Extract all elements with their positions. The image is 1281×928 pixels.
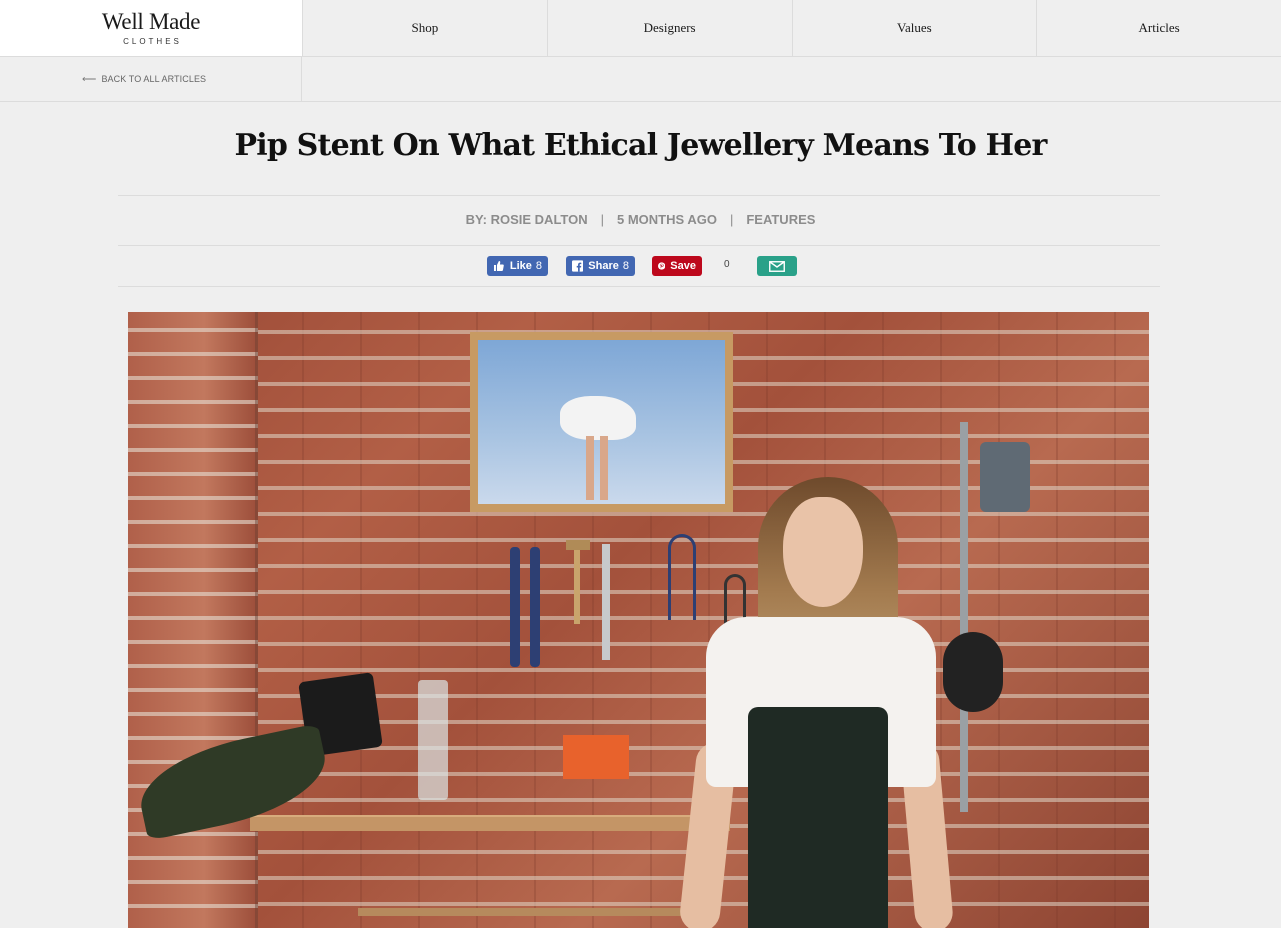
pin-count: 0 xyxy=(724,259,730,270)
orange-box xyxy=(563,735,629,779)
lower-shelf xyxy=(358,908,698,916)
facebook-icon xyxy=(572,260,584,272)
email-share-button[interactable] xyxy=(757,256,797,276)
main-nav: Shop Designers Values Articles xyxy=(303,0,1281,56)
tool-hammer xyxy=(574,540,580,624)
logo[interactable]: Well Made CLOTHES xyxy=(0,0,303,56)
nav-articles[interactable]: Articles xyxy=(1037,0,1281,56)
back-link-label: BACK TO ALL ARTICLES xyxy=(101,74,207,84)
logo-subtitle: CLOTHES xyxy=(123,37,182,46)
framed-artwork xyxy=(470,332,733,512)
like-label: Like xyxy=(509,260,532,272)
tool-pliers xyxy=(668,534,696,620)
article-meta: BY: ROSIE DALTON | 5 MONTHS AGO | FEATUR… xyxy=(0,212,1281,227)
sub-bar: ⟵ BACK TO ALL ARTICLES xyxy=(0,57,1281,102)
article-author[interactable]: BY: ROSIE DALTON xyxy=(466,212,588,227)
pinterest-icon xyxy=(658,262,666,270)
workbench xyxy=(250,815,730,831)
share-count: 8 xyxy=(622,260,629,272)
person-face xyxy=(783,497,863,607)
meta-separator: | xyxy=(600,212,605,227)
back-to-articles-link[interactable]: ⟵ BACK TO ALL ARTICLES xyxy=(0,57,302,101)
thumbs-up-icon xyxy=(493,261,504,271)
like-count: 8 xyxy=(535,260,542,272)
divider xyxy=(118,245,1160,246)
save-label: Save xyxy=(670,260,696,272)
share-label: Share xyxy=(588,260,619,272)
pinterest-save-button[interactable]: Save xyxy=(652,256,702,276)
nav-designers[interactable]: Designers xyxy=(548,0,793,56)
facebook-like-button[interactable]: Like 8 xyxy=(487,256,548,276)
article-date: 5 MONTHS AGO xyxy=(617,212,717,227)
arrow-left-icon: ⟵ xyxy=(82,73,97,85)
flex-shaft-stand xyxy=(960,422,968,812)
nav-values[interactable]: Values xyxy=(793,0,1038,56)
jar xyxy=(418,680,448,800)
facebook-share-button[interactable]: Share 8 xyxy=(566,256,635,276)
tool-ruler xyxy=(602,544,610,660)
flex-shaft-motor xyxy=(980,442,1030,512)
hero-image xyxy=(128,312,1149,928)
divider xyxy=(118,286,1160,287)
email-icon xyxy=(769,260,785,272)
article-title: Pip Stent On What Ethical Jewellery Mean… xyxy=(234,128,1047,163)
article-category[interactable]: FEATURES xyxy=(746,212,815,227)
share-bar: Like 8 Share 8 Save 0 xyxy=(0,256,1281,276)
logo-wordmark: Well Made xyxy=(101,9,201,34)
person-apron xyxy=(748,707,888,928)
respirator-mask xyxy=(943,632,1003,712)
divider xyxy=(118,195,1160,196)
tool-file xyxy=(530,547,540,667)
tool-file xyxy=(510,547,520,667)
top-header: Well Made CLOTHES Shop Designers Values … xyxy=(0,0,1281,57)
meta-separator: | xyxy=(729,212,734,227)
nav-shop[interactable]: Shop xyxy=(303,0,548,56)
tool-hammer-head xyxy=(566,540,590,550)
